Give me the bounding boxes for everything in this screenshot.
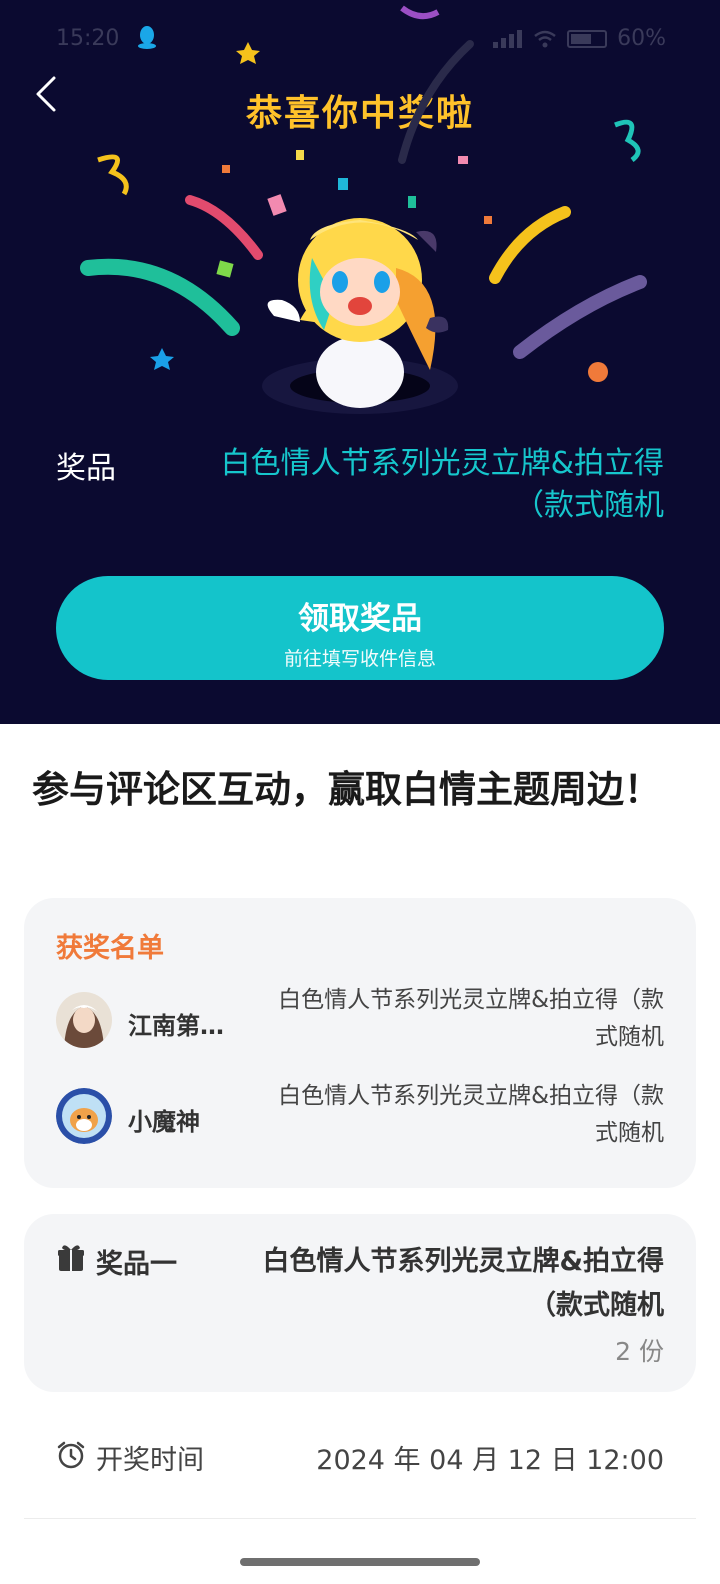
prize-name: 白色情人节系列光灵立牌&拍立得（款式随机 xyxy=(220,446,664,523)
prize-hero-panel: 15:20 60% 恭喜你中奖啦 奖品 白色情人节系列光灵立牌&拍立得（款式随机… xyxy=(0,0,720,724)
winner-prize: 白色情人节系列光灵立牌&拍立得（款式随机 xyxy=(278,987,664,1050)
winner-prize: 白色情人节系列光灵立牌&拍立得（款式随机 xyxy=(278,1083,664,1146)
winner-name: 小魔神 xyxy=(128,1108,200,1136)
winner-row[interactable]: 小魔神 白色情人节系列光灵立牌&拍立得（款式随机 xyxy=(56,1078,664,1158)
gift-icon xyxy=(58,1245,84,1271)
prize-item-label: 奖品一 xyxy=(96,1249,177,1280)
draw-time-row: 开奖时间 2024 年 04 月 12 日 12:00 xyxy=(56,1434,664,1478)
prize-label: 奖品 xyxy=(56,451,116,486)
home-indicator[interactable] xyxy=(240,1558,480,1566)
divider xyxy=(24,1518,696,1519)
winner-avatar[interactable] xyxy=(56,992,112,1048)
claim-button-sublabel: 前往填写收件信息 xyxy=(283,648,436,670)
alarm-clock-icon xyxy=(57,1441,85,1469)
winner-name: 江南第… xyxy=(128,1012,224,1040)
draw-time-label: 开奖时间 xyxy=(96,1445,204,1476)
prize-item-name: 白色情人节系列光灵立牌&拍立得（款式随机 xyxy=(262,1246,664,1321)
winner-row[interactable]: 江南第… 白色情人节系列光灵立牌&拍立得（款式随机 xyxy=(56,982,664,1062)
activity-title: 参与评论区互动，赢取白情主题周边！ xyxy=(32,768,661,811)
winners-card: 获奖名单 江南第… 白色情人节系列光灵立牌&拍立得（款式随机 小魔神 白色情人节… xyxy=(24,898,696,1188)
celebration-illustration xyxy=(80,5,647,414)
prize-item-count: 2 份 xyxy=(615,1337,664,1366)
draw-time-value: 2024 年 04 月 12 日 12:00 xyxy=(316,1445,664,1476)
claim-prize-button[interactable]: 领取奖品 前往填写收件信息 xyxy=(56,576,664,680)
winners-heading: 获奖名单 xyxy=(56,933,164,964)
prize-detail-card: 奖品一 白色情人节系列光灵立牌&拍立得（款式随机 2 份 xyxy=(24,1214,696,1392)
claim-button-label: 领取奖品 xyxy=(298,601,422,637)
winner-avatar[interactable] xyxy=(56,1088,112,1144)
